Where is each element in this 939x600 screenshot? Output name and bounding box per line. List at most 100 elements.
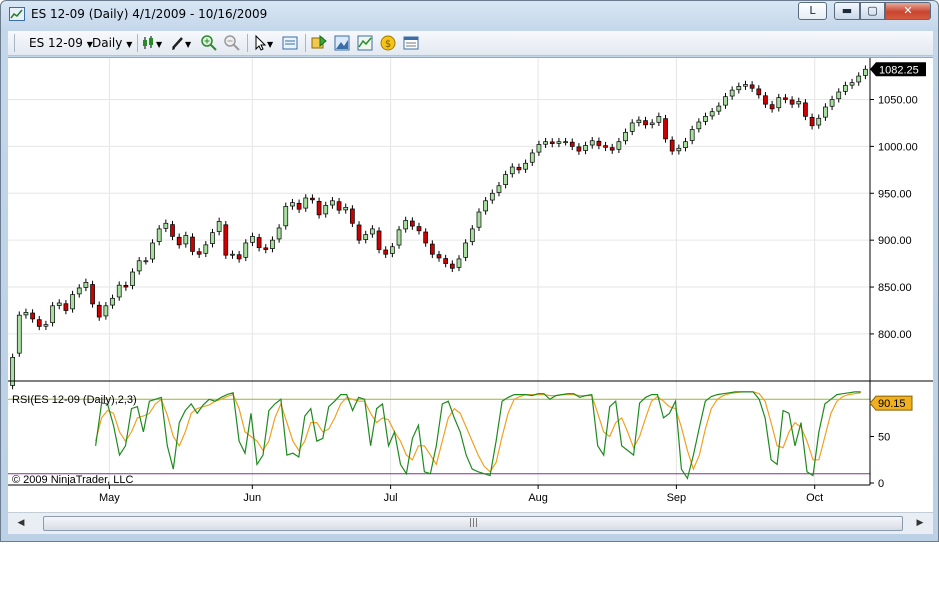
- candle-body: [449, 263, 455, 269]
- candle-body: [316, 200, 322, 216]
- candle-body: [390, 246, 395, 254]
- candle-body: [263, 247, 269, 250]
- candle-body: [603, 145, 608, 148]
- candle-body: [136, 260, 142, 272]
- candle-body: [863, 68, 868, 76]
- minimize-button[interactable]: ▬: [834, 2, 860, 20]
- candle-body: [716, 105, 722, 112]
- cursor-icon[interactable]: ▼: [252, 34, 276, 52]
- month-label: May: [99, 492, 120, 504]
- candle-body: [30, 312, 35, 320]
- candle-body: [256, 237, 262, 249]
- candle-body: [216, 221, 222, 232]
- chart-panel[interactable]: May Jun Jul Aug Sep Oct 1050.00 1000.00 950.00 90…: [8, 57, 933, 512]
- price-axis-label: 900.00: [878, 235, 912, 247]
- properties-icon[interactable]: [402, 34, 420, 52]
- coin-icon[interactable]: $: [379, 34, 397, 52]
- toolbar-separator: [247, 34, 248, 52]
- candle-body: [683, 141, 688, 148]
- candle-body: [276, 227, 282, 240]
- candle-body: [90, 284, 95, 305]
- candle-body: [243, 242, 249, 258]
- candle-body: [736, 86, 742, 91]
- drawing-pencil-icon[interactable]: ▼: [170, 34, 194, 52]
- candle-body: [763, 95, 768, 105]
- bar-style-icon[interactable]: ▼: [141, 34, 165, 52]
- candle-body: [210, 232, 215, 244]
- candle-body: [36, 319, 42, 327]
- candle-body: [729, 89, 735, 97]
- candle-body: [556, 141, 562, 144]
- instrument-selector[interactable]: ES 12-09 ▼: [29, 34, 93, 52]
- candle-body: [563, 141, 568, 144]
- candle-body: [383, 249, 389, 255]
- candle-body: [709, 111, 715, 117]
- strategy-icon[interactable]: [310, 34, 328, 52]
- zoom-out-icon[interactable]: [223, 34, 241, 52]
- candle-body: [303, 197, 309, 209]
- candle-body: [669, 139, 675, 152]
- candle-body: [163, 222, 169, 229]
- scroll-grip-icon: |||: [469, 518, 479, 528]
- candle-body: [829, 99, 835, 107]
- candle-body: [416, 226, 422, 232]
- price-axis-label: 800.00: [878, 329, 912, 341]
- title-bar[interactable]: ES 12-09 (Daily) 4/1/2009 - 10/16/2009 L…: [1, 1, 938, 29]
- grid-lines: [8, 58, 870, 485]
- maximize-button[interactable]: ▢: [860, 2, 885, 20]
- candle-body: [423, 231, 429, 244]
- price-axis-label: 1050.00: [878, 95, 918, 107]
- chart-window: ES 12-09 (Daily) 4/1/2009 - 10/16/2009 L…: [0, 0, 939, 542]
- candle-body: [116, 284, 122, 298]
- scroll-left-arrow[interactable]: ◀: [12, 516, 30, 531]
- rsi-axis-label: 0: [878, 478, 884, 490]
- candle-body: [569, 141, 575, 147]
- chart-toolbar: ES 12-09 ▼ Daily ▼ ▼ ▼ ▼ $: [8, 31, 933, 56]
- horizontal-scrollbar[interactable]: ◀ ||| ▶: [8, 512, 933, 534]
- candle-body: [703, 116, 708, 122]
- candle-body: [403, 220, 409, 230]
- svg-text:$: $: [385, 39, 391, 50]
- chart-image-icon[interactable]: [333, 34, 351, 52]
- interval-selector[interactable]: Daily ▼: [92, 34, 132, 52]
- candle-body: [676, 147, 682, 152]
- candle-body: [250, 236, 255, 243]
- toolbar-grip[interactable]: [14, 34, 15, 52]
- candle-body: [76, 287, 82, 295]
- candle-body: [856, 75, 862, 83]
- candle-body: [509, 166, 515, 175]
- candle-body: [190, 236, 195, 252]
- candle-body: [123, 285, 129, 288]
- price-axis-label: 850.00: [878, 282, 912, 294]
- candle-body: [529, 152, 535, 163]
- candle-body: [496, 185, 502, 193]
- last-price-label: 1082.25: [879, 64, 919, 76]
- candle-body: [776, 97, 782, 109]
- close-button[interactable]: ✕: [885, 2, 931, 20]
- scroll-thumb[interactable]: |||: [43, 516, 903, 531]
- indicators-icon[interactable]: [356, 34, 374, 52]
- scroll-right-arrow[interactable]: ▶: [911, 516, 929, 531]
- month-label: Oct: [806, 492, 823, 504]
- candle-body: [483, 200, 488, 212]
- candle-body: [103, 305, 109, 317]
- candle-body: [596, 140, 602, 146]
- chart-app-icon: [9, 7, 25, 21]
- candle-body: [543, 141, 548, 145]
- rsi-last-value-label: 90.15: [878, 398, 906, 410]
- instrument-label: ES 12-09: [29, 36, 83, 50]
- interval-label: Daily: [92, 36, 123, 50]
- candle-body: [656, 116, 662, 123]
- candle-body: [723, 96, 728, 106]
- candle-body: [689, 129, 695, 141]
- data-box-icon[interactable]: [281, 34, 299, 52]
- candle-body: [16, 314, 22, 354]
- toolbar-separator: [137, 34, 138, 52]
- candle-body: [629, 122, 635, 132]
- candle-body: [503, 174, 508, 185]
- layout-button[interactable]: L: [798, 2, 827, 20]
- zoom-in-icon[interactable]: [200, 34, 218, 52]
- candle-body: [469, 228, 475, 242]
- price-chart[interactable]: May Jun Jul Aug Sep Oct 1050.00 1000.00 950.00 90…: [8, 58, 933, 512]
- candle-body: [96, 304, 102, 318]
